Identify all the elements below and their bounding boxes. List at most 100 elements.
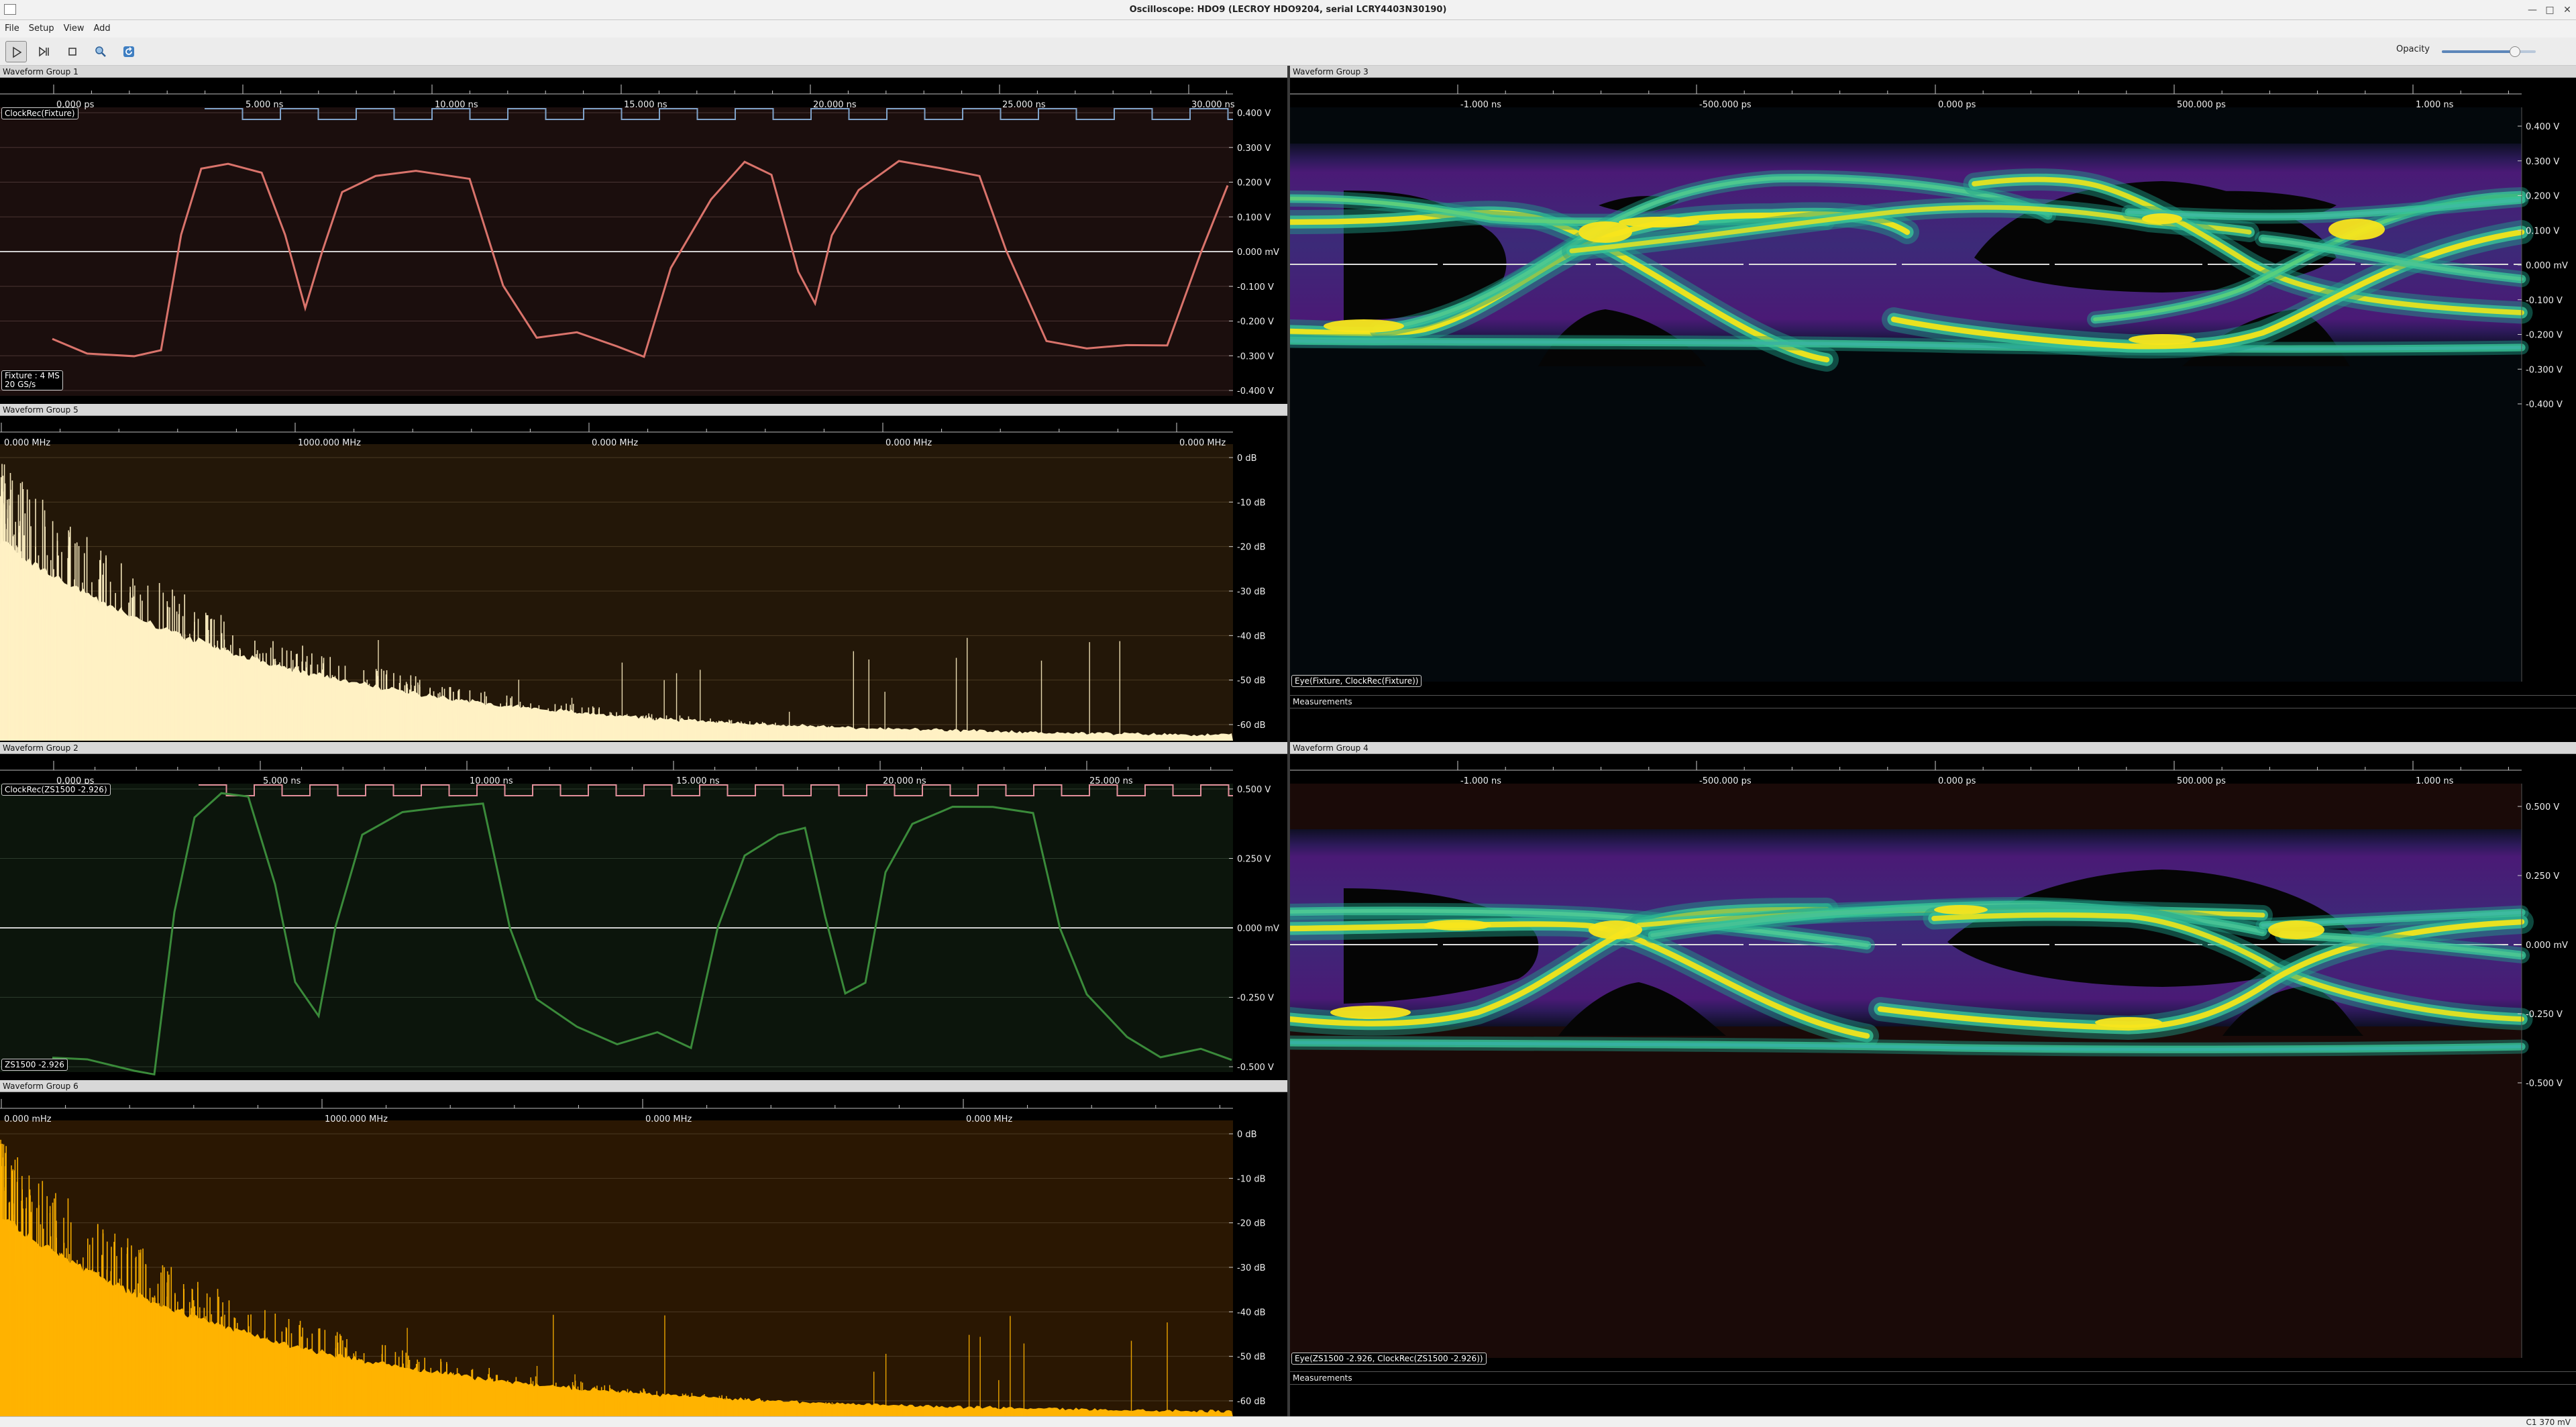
eye-signal-label[interactable]: Eye(ZS1500 -2.926, ClockRec(ZS1500 -2.92… — [1291, 1353, 1487, 1365]
group-title[interactable]: Waveform Group 1 — [0, 66, 1287, 78]
y-tick-label: -0.500 V — [2526, 1079, 2563, 1089]
y-tick-label: 0.100 V — [1237, 213, 1271, 223]
eye-crossing-hotspot — [2268, 920, 2324, 939]
opacity-slider-handle[interactable] — [2510, 46, 2521, 57]
measurement-eye-height-value: 90.71 mV — [1676, 720, 1715, 729]
y-tick-label: -0.400 V — [2526, 400, 2563, 410]
measurement-eye-width-value: 429.000 ps — [1536, 1396, 1581, 1406]
y-tick-label: 0.250 V — [1237, 855, 1271, 865]
measurement-eye-width-value: 384.000 ps — [1526, 720, 1572, 729]
y-tick-label: -0.100 V — [1237, 282, 1274, 293]
time-tick-label: 0.000 MHz — [4, 438, 50, 448]
y-tick-label: -30 dB — [1237, 587, 1266, 597]
time-tick-label: 0.000 ps — [1938, 100, 1976, 110]
y-tick-label: -0.300 V — [1237, 352, 1274, 362]
group-title[interactable]: Waveform Group 3 — [1290, 66, 2576, 78]
time-tick-label: 0.000 MHz — [966, 1114, 1012, 1124]
group-title[interactable]: Waveform Group 2 — [0, 742, 1287, 754]
measurements-title: Measurements — [1293, 697, 1352, 706]
refresh-icon — [123, 46, 134, 57]
y-tick-label: -20 dB — [1237, 543, 1266, 553]
time-tick-label: 0.000 MHz — [592, 438, 638, 448]
y-tick-label: -40 dB — [1237, 1308, 1266, 1318]
title-bar: Oscilloscope: HDO9 (LECROY HDO9204, seri… — [0, 0, 2576, 20]
measurement-eye-width-label[interactable]: Eye(Fixtu...: Eye Width — [1451, 710, 1555, 720]
opacity-slider[interactable] — [2442, 46, 2536, 57]
y-tick-label: -30 dB — [1237, 1263, 1266, 1273]
opacity-slider-fill — [2442, 50, 2516, 53]
y-tick-label: 0.000 mV — [2526, 261, 2568, 271]
measurement-eye-height-label[interactable]: Eye(Fixtu...: Eye Height — [1593, 710, 1701, 720]
eye-crossing-hotspot — [2129, 334, 2196, 345]
group-title[interactable]: Waveform Group 6 — [0, 1080, 1287, 1092]
eye-diagram[interactable]: -1.000 ns -500.000 ps 0.000 ps 500.000 ps 1.… — [1290, 78, 2576, 708]
y-tick-label: -0.500 V — [1237, 1063, 1274, 1073]
measurement-eye-height-value: 58.78 mV — [1695, 1396, 1734, 1406]
oscilloscope-window: Oscilloscope: HDO9 (LECROY HDO9204, seri… — [0, 0, 2576, 1427]
measurement-eye-pp-jitter-label[interactable]: Eye(Fixtu...: Eye P-P Jitter — [1293, 710, 1411, 720]
y-tick-label: 0.500 V — [1237, 785, 1271, 795]
y-tick-label: 0.300 V — [1237, 144, 1271, 154]
minimize-button[interactable]: — — [2524, 3, 2541, 17]
time-tick-label: 1.000 ns — [2416, 776, 2454, 786]
eye-crossing-hotspot — [1934, 905, 1988, 914]
eye-crossing-hotspot — [2095, 1017, 2162, 1028]
y-tick-label: -50 dB — [1237, 1353, 1266, 1363]
channel-sample-rate: 20 GS/s — [5, 380, 36, 389]
waveform-group-4: Waveform Group 4 -1.000 ns -500.000 ps 0.0… — [1290, 742, 2576, 1416]
zoom-button[interactable] — [90, 41, 111, 62]
measurement-eye-width-label[interactable]: Eye(ZS150...: Eye Width — [1459, 1387, 1568, 1396]
y-tick-label: 0.250 V — [2526, 871, 2559, 882]
window-title: Oscilloscope: HDO9 (LECROY HDO9204, seri… — [1129, 5, 1447, 15]
opacity-label: Opacity — [2396, 44, 2430, 54]
y-tick-label: 0 dB — [1237, 454, 1257, 464]
time-tick-label: 0.000 MHz — [885, 438, 932, 448]
stop-icon — [68, 48, 76, 56]
menu-view[interactable]: View — [59, 20, 89, 34]
menu-file[interactable]: File — [0, 20, 24, 34]
time-tick-label: 500.000 ps — [2177, 776, 2226, 786]
time-domain-plot[interactable]: 0.000 ps 5.000 ns 10.000 ns 15.000 ns 20.000… — [0, 754, 1287, 1079]
step-button[interactable] — [34, 41, 55, 62]
time-tick-label: 0.000 ps — [1938, 776, 1976, 786]
y-tick-label: -60 dB — [1237, 1397, 1266, 1407]
y-tick-label: -50 dB — [1237, 676, 1266, 686]
eye-crossing-hotspot — [2328, 219, 2385, 240]
group-title[interactable]: Waveform Group 4 — [1290, 742, 2576, 754]
time-tick-label: 5.000 ns — [246, 100, 284, 110]
clock-signal-label[interactable]: ClockRec(Fixture) — [1, 107, 78, 119]
menu-add[interactable]: Add — [89, 20, 115, 34]
y-tick-label: 0.400 V — [1237, 109, 1271, 119]
status-readout: C1 370 mV — [2526, 1418, 2571, 1427]
time-tick-label: -1.000 ns — [1460, 100, 1501, 110]
refresh-button[interactable] — [118, 41, 140, 62]
y-tick-label: -40 dB — [1237, 631, 1266, 641]
eye-crossing-hotspot — [1424, 920, 1491, 931]
zoom-icon — [95, 46, 106, 57]
eye-diagram[interactable]: -1.000 ns -500.000 ps 0.000 ps 500.000 ps 1.… — [1290, 754, 2576, 1385]
clock-signal-label[interactable]: ClockRec(ZS1500 -2.926) — [1, 784, 111, 796]
time-domain-plot[interactable]: 0.000 ps 5.000 ns 10.000 ns 15.000 ns 20.000… — [0, 78, 1287, 403]
play-icon — [13, 46, 22, 58]
play-button[interactable] — [5, 41, 27, 62]
channel-label[interactable]: Fixture : 4 MS 20 GS/s — [1, 370, 63, 390]
menu-setup[interactable]: Setup — [24, 20, 59, 34]
y-tick-label: 0.000 mV — [2526, 941, 2568, 951]
time-tick-label: -1.000 ns — [1460, 776, 1501, 786]
group-title[interactable]: Waveform Group 5 — [0, 404, 1287, 416]
y-tick-label: 0.500 V — [2526, 802, 2559, 812]
measurement-eye-height-label[interactable]: Eye(ZS150...: Eye Height — [1608, 1387, 1721, 1396]
maximize-button[interactable]: □ — [2541, 3, 2559, 17]
spectrum-plot[interactable]: 0.000 mHz 1000.000 MHz 0.000 MHz 0.000 MHz … — [0, 1092, 1287, 1416]
status-bar: C1 370 mV — [0, 1416, 2576, 1427]
stop-button[interactable] — [62, 41, 83, 62]
measurement-eye-pp-jitter-label[interactable]: Eye(ZS150...: Eye P-P Jitter — [1293, 1387, 1416, 1396]
eye-signal-label[interactable]: Eye(Fixture, ClockRec(Fixture)) — [1291, 675, 1422, 687]
y-tick-label: -0.100 V — [2526, 296, 2563, 306]
time-tick-label: -500.000 ps — [1699, 100, 1752, 110]
y-tick-label: -0.300 V — [2526, 365, 2563, 375]
waveform-group-2: Waveform Group 2 0.000 ps 5.000 ns 10.000 … — [0, 742, 1287, 1079]
channel-label[interactable]: ZS1500 -2.926 — [1, 1059, 68, 1071]
close-button[interactable]: ✕ — [2559, 3, 2576, 17]
spectrum-plot[interactable]: 0.000 MHz 1000.000 MHz 0.000 MHz 0.000 MHz 0… — [0, 416, 1287, 741]
